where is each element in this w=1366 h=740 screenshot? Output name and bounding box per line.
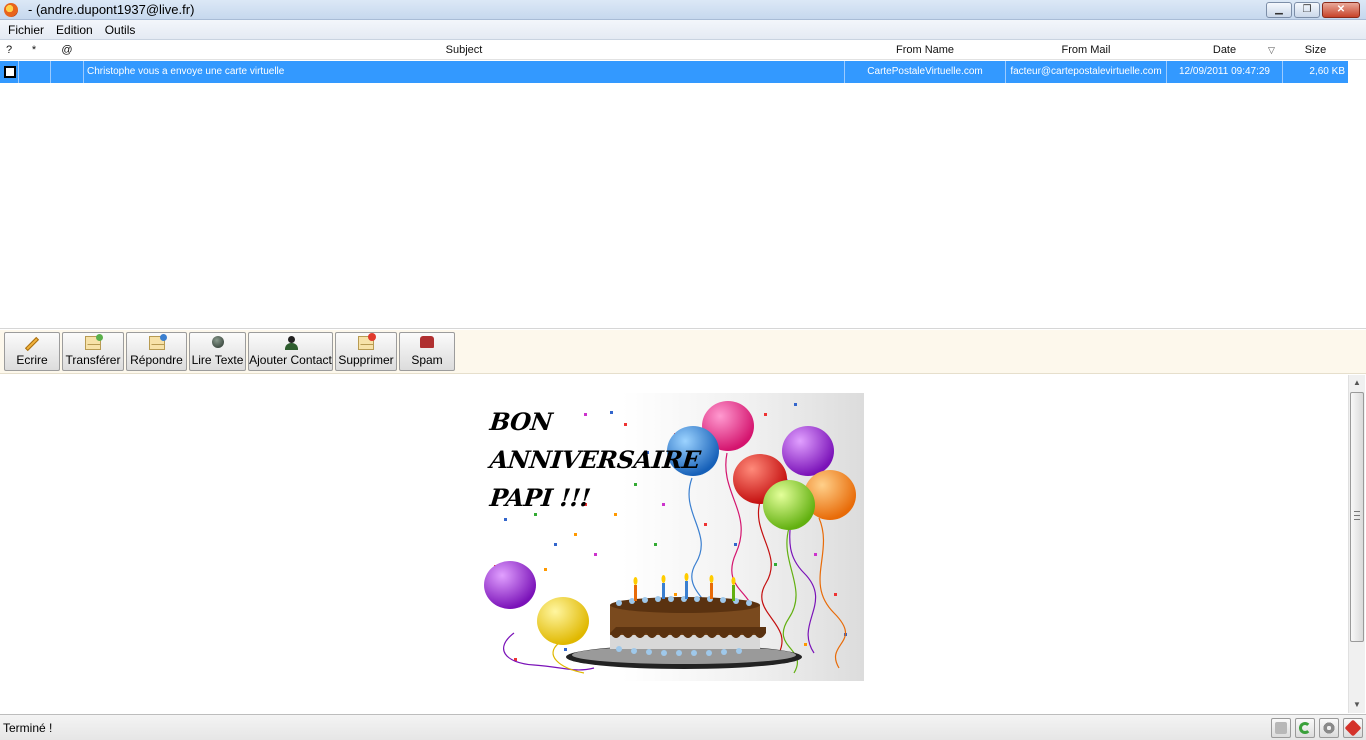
column-header-attachment[interactable]: @ [58, 41, 76, 60]
mail-client-window: - (andre.dupont1937@live.fr) ▁ ❐ ✕ Fichi… [0, 0, 1366, 740]
gear-icon [1323, 722, 1335, 734]
restore-button[interactable]: ❐ [1294, 2, 1320, 18]
scroll-up-arrow-icon[interactable]: ▲ [1349, 375, 1365, 391]
status-text: Terminé ! [3, 721, 53, 735]
reply-envelope-icon [148, 334, 167, 350]
grip-icon [1354, 511, 1360, 520]
row-checkbox[interactable] [4, 66, 16, 78]
list-header: ? * @ Subject From Name From Mail Date ▽… [0, 41, 1366, 60]
repondre-label: Répondre [130, 353, 183, 367]
scrollbar-thumb[interactable] [1350, 392, 1364, 642]
transferer-button[interactable]: Transférer [62, 332, 124, 371]
birthday-card-image: BON ANNIVERSAIRE PAPI !!! [474, 393, 864, 681]
sort-descending-icon: ▽ [1268, 45, 1275, 55]
message-list: ? * @ Subject From Name From Mail Date ▽… [0, 41, 1366, 329]
row-flag-cell[interactable] [19, 61, 51, 83]
ajouter-contact-label: Ajouter Contact [249, 353, 332, 367]
lire-texte-button[interactable]: Lire Texte [189, 332, 246, 371]
column-header-flag[interactable]: * [26, 41, 42, 60]
pencil-icon [24, 336, 40, 352]
table-row[interactable]: Christophe vous a envoye une carte virtu… [0, 61, 1348, 83]
column-header-from-mail[interactable]: From Mail [1006, 41, 1166, 60]
card-line-2: ANNIVERSAIRE [488, 445, 702, 474]
supprimer-button[interactable]: Supprimer [335, 332, 397, 371]
ecrire-label: Ecrire [16, 353, 48, 367]
row-subject[interactable]: Christophe vous a envoye une carte virtu… [84, 61, 845, 83]
message-preview[interactable]: BON ANNIVERSAIRE PAPI !!! [0, 375, 1348, 713]
column-header-from-name[interactable]: From Name [845, 41, 1005, 60]
scroll-down-arrow-icon[interactable]: ▼ [1349, 697, 1365, 713]
row-checkbox-cell[interactable] [0, 61, 19, 83]
supprimer-label: Supprimer [338, 353, 394, 367]
app-icon [4, 2, 18, 17]
window-title: - (andre.dupont1937@live.fr) [28, 2, 195, 17]
spam-button[interactable]: Spam [399, 332, 455, 371]
menu-edition[interactable]: Edition [50, 23, 99, 37]
card-line-1: BON [488, 407, 554, 436]
menu-bar: Fichier Edition Outils [0, 20, 1366, 40]
title-bar: - (andre.dupont1937@live.fr) ▁ ❐ ✕ [0, 0, 1366, 20]
contact-icon [284, 336, 298, 350]
ecrire-button[interactable]: Ecrire [4, 332, 60, 371]
speaker-icon [211, 336, 224, 348]
card-illustration [484, 401, 856, 674]
close-button[interactable]: ✕ [1322, 2, 1360, 18]
row-size[interactable]: 2,60 KB [1283, 61, 1348, 83]
lock-button[interactable] [1271, 718, 1291, 738]
card-line-3: PAPI !!! [488, 483, 592, 512]
forward-envelope-icon [85, 334, 103, 350]
row-from-name[interactable]: CartePostaleVirtuelle.com [845, 61, 1006, 83]
row-attachment-cell[interactable] [51, 61, 84, 83]
preview-scrollbar[interactable]: ▲ ▼ [1348, 375, 1365, 713]
row-date[interactable]: 12/09/2011 09:47:29 [1167, 61, 1283, 83]
menu-fichier[interactable]: Fichier [2, 23, 50, 37]
column-header-subject[interactable]: Subject [84, 41, 844, 60]
spam-label: Spam [411, 353, 443, 367]
plug-icon [1344, 719, 1362, 737]
ajouter-contact-button[interactable]: Ajouter Contact [248, 332, 333, 371]
row-from-mail[interactable]: facteur@cartepostalevirtuelle.com [1006, 61, 1167, 83]
column-header-size[interactable]: Size [1283, 41, 1348, 60]
lock-icon [1275, 722, 1287, 734]
refresh-icon [1299, 722, 1311, 734]
settings-button[interactable] [1319, 718, 1339, 738]
spam-icon [420, 336, 434, 348]
column-header-date[interactable]: Date [1167, 41, 1282, 60]
action-toolbar: Ecrire Transférer Répondre Lire Texte Aj… [0, 330, 1366, 374]
refresh-button[interactable] [1295, 718, 1315, 738]
column-header-read[interactable]: ? [2, 41, 16, 60]
transferer-label: Transférer [65, 353, 121, 367]
window-controls: ▁ ❐ ✕ [1266, 2, 1360, 18]
delete-envelope-icon [358, 333, 376, 350]
cake [566, 573, 802, 669]
minimize-button[interactable]: ▁ [1266, 2, 1292, 18]
disconnect-button[interactable] [1343, 718, 1363, 738]
repondre-button[interactable]: Répondre [126, 332, 187, 371]
menu-outils[interactable]: Outils [99, 23, 142, 37]
status-bar: Terminé ! [0, 714, 1366, 740]
lire-texte-label: Lire Texte [191, 353, 244, 367]
